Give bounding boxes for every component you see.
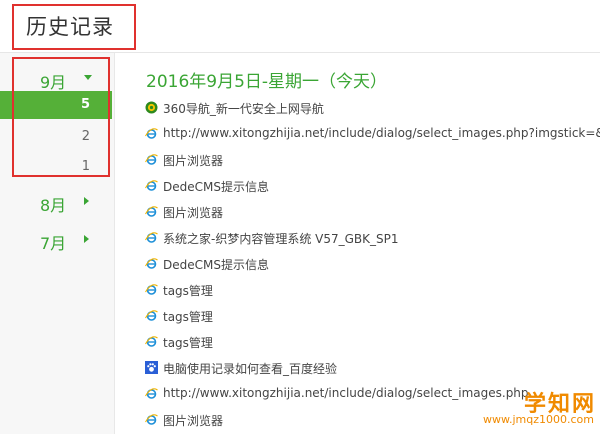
day-item-5[interactable]: 5 — [0, 91, 112, 119]
ie-page-icon — [145, 232, 158, 243]
month-label: 7月 — [40, 234, 67, 253]
date-heading: 2016年9月5日-星期一（今天） — [146, 72, 388, 92]
ie-page-icon — [145, 336, 158, 347]
entry-title: http://www.xitongzhijia.net/include/dial… — [163, 126, 600, 140]
day-label: 1 — [81, 159, 90, 174]
caret-right-icon — [84, 235, 89, 243]
history-entry[interactable]: 电脑使用记录如何查看_百度经验 — [145, 357, 600, 379]
entry-title: 图片浏览器 — [163, 206, 224, 220]
history-entry[interactable]: tags管理 — [145, 279, 600, 301]
day-item-1[interactable]: 1 — [0, 153, 112, 181]
day-item-2[interactable]: 2 — [0, 123, 112, 151]
day-label: 2 — [81, 129, 90, 144]
caret-down-icon — [84, 75, 92, 80]
watermark-url: www.jmqz1000.com — [483, 413, 594, 426]
entry-title: tags管理 — [163, 336, 213, 350]
entry-title: http://www.xitongzhijia.net/include/dial… — [163, 386, 529, 400]
month-item-aug[interactable]: 8月 — [0, 187, 114, 217]
entry-title: tags管理 — [163, 310, 213, 324]
entry-title: 系统之家-织梦内容管理系统 V57_GBK_SP1 — [163, 232, 399, 246]
baidu-paw-icon — [145, 361, 158, 374]
history-entry[interactable]: 360导航_新一代安全上网导航 — [145, 97, 600, 119]
history-entry[interactable]: tags管理 — [145, 331, 600, 353]
history-entry[interactable]: 图片浏览器 — [145, 201, 600, 223]
entry-title: 电脑使用记录如何查看_百度经验 — [163, 362, 338, 376]
month-label: 8月 — [40, 196, 67, 215]
month-item-sep[interactable]: 9月 — [0, 64, 114, 94]
day-label: 5 — [80, 97, 90, 112]
entry-title: DedeCMS提示信息 — [163, 180, 269, 194]
entry-title: DedeCMS提示信息 — [163, 258, 269, 272]
month-item-jul[interactable]: 7月 — [0, 225, 114, 255]
history-entry[interactable]: 图片浏览器 — [145, 149, 600, 171]
ie-page-icon — [145, 258, 158, 269]
ie-page-icon — [145, 206, 158, 217]
ie-page-icon — [145, 388, 158, 399]
entry-title: 图片浏览器 — [163, 154, 224, 168]
history-list: 2016年9月5日-星期一（今天） 360导航_新一代安全上网导航 http:/… — [115, 53, 600, 434]
history-entry[interactable]: 系统之家-织梦内容管理系统 V57_GBK_SP1 — [145, 227, 600, 249]
entry-title: 360导航_新一代安全上网导航 — [163, 102, 324, 116]
month-sidebar: 9月 5 2 1 8月 7月 — [0, 53, 115, 434]
history-entry[interactable]: DedeCMS提示信息 — [145, 175, 600, 197]
caret-right-icon — [84, 197, 89, 205]
entry-title: 图片浏览器 — [163, 414, 224, 428]
ie-page-icon — [145, 284, 158, 295]
site-watermark: 学知网 www.jmqz1000.com — [480, 386, 596, 432]
360-nav-icon — [145, 101, 158, 114]
ie-page-icon — [145, 128, 158, 139]
ie-page-icon — [145, 310, 158, 321]
history-entry[interactable]: http://www.xitongzhijia.net/include/dial… — [145, 123, 600, 145]
history-entry[interactable]: DedeCMS提示信息 — [145, 253, 600, 275]
header-bar: 历史记录 — [0, 0, 600, 53]
month-label: 9月 — [40, 73, 67, 92]
ie-page-icon — [145, 180, 158, 191]
entry-title: tags管理 — [163, 284, 213, 298]
page-title: 历史记录 — [26, 15, 114, 39]
ie-page-icon — [145, 154, 158, 165]
ie-page-icon — [145, 414, 158, 425]
history-entry[interactable]: tags管理 — [145, 305, 600, 327]
